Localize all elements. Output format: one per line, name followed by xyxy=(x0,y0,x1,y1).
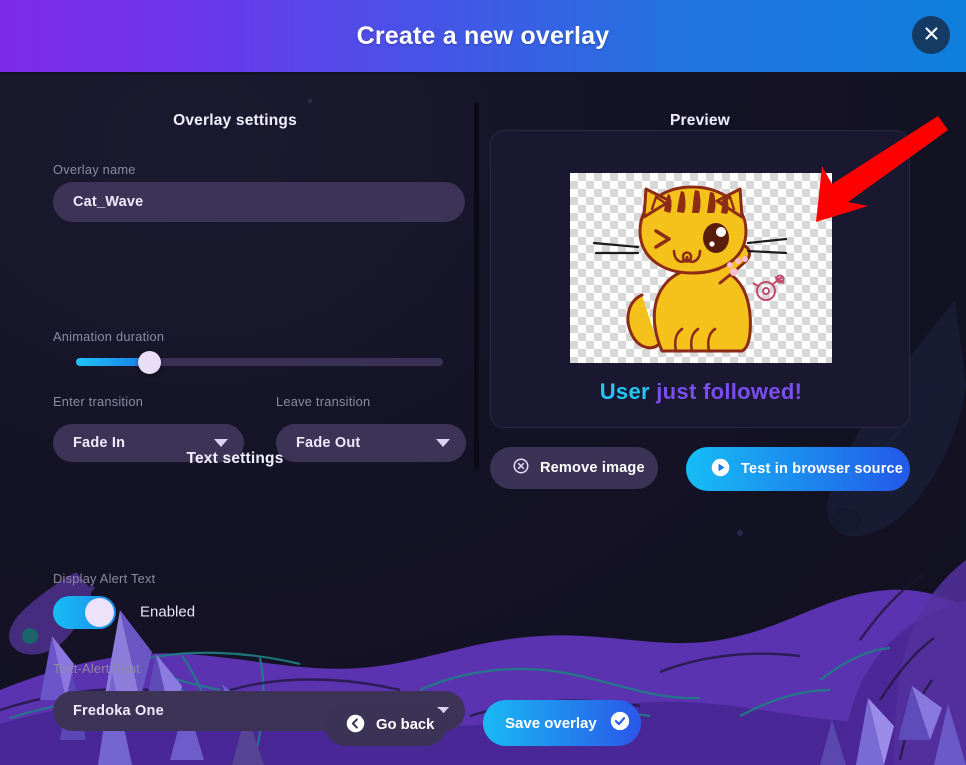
page-title: Create a new overlay xyxy=(356,21,610,50)
modal-footer: Go back Save overlay xyxy=(0,690,966,765)
save-overlay-button[interactable]: Save overlay xyxy=(483,700,641,746)
overlay-settings-panel: Overlay settings Overlay name Cat_Wave A… xyxy=(0,72,470,731)
display-alert-text-toggle[interactable] xyxy=(53,596,116,629)
test-in-browser-source-button[interactable]: Test in browser source xyxy=(686,447,910,491)
create-overlay-modal: Create a new overlay Overlay settings Ov… xyxy=(0,0,966,765)
remove-image-button[interactable]: Remove image xyxy=(490,447,658,489)
overlay-image-preview[interactable] xyxy=(570,173,832,363)
overlay-name-label: Overlay name xyxy=(53,162,136,177)
arrow-left-circle-icon xyxy=(345,713,366,738)
panel-scrollbar[interactable] xyxy=(474,102,479,470)
text-alert-font-label: Text-Alert Font xyxy=(53,661,140,676)
text-settings-title: Text settings xyxy=(186,450,284,467)
enter-transition-value: Fade In xyxy=(73,435,126,451)
preview-title: Preview xyxy=(670,112,730,129)
display-alert-text-label: Display Alert Text xyxy=(53,571,156,586)
alert-text-preview: User just followed! xyxy=(491,379,911,405)
alert-text-secondary: just followed! xyxy=(649,379,803,404)
preview-container: User just followed! xyxy=(490,130,910,428)
toggle-knob xyxy=(85,598,114,627)
circle-x-icon xyxy=(512,457,530,479)
go-back-label: Go back xyxy=(376,717,435,733)
save-overlay-label: Save overlay xyxy=(505,714,597,732)
toggle-state-label: Enabled xyxy=(140,603,196,621)
enter-transition-label: Enter transition xyxy=(53,394,144,409)
modal-header: Create a new overlay xyxy=(0,0,966,72)
preview-panel-wrapper: Preview User just followed! Remove image… xyxy=(480,72,966,672)
animation-duration-slider[interactable] xyxy=(76,351,443,374)
leave-transition-label: Leave transition xyxy=(276,394,371,409)
remove-image-label: Remove image xyxy=(540,460,645,476)
overlay-name-input[interactable]: Cat_Wave xyxy=(53,182,465,222)
slider-thumb[interactable] xyxy=(138,351,162,374)
overlay-name-value: Cat_Wave xyxy=(73,194,144,210)
test-in-browser-source-label: Test in browser source xyxy=(741,461,904,477)
chevron-down-icon xyxy=(214,439,228,447)
play-icon xyxy=(710,457,731,482)
close-icon xyxy=(923,25,940,45)
check-circle-icon xyxy=(609,710,631,736)
chevron-down-icon xyxy=(436,439,450,447)
leave-transition-value: Fade Out xyxy=(296,435,361,451)
animation-duration-label: Animation duration xyxy=(53,329,165,344)
overlay-settings-title: Overlay settings xyxy=(173,112,297,129)
close-button[interactable] xyxy=(912,16,950,54)
go-back-button[interactable]: Go back xyxy=(325,704,447,746)
modal-body: Overlay settings Overlay name Cat_Wave A… xyxy=(0,72,966,765)
alert-text-primary: User xyxy=(599,379,650,404)
